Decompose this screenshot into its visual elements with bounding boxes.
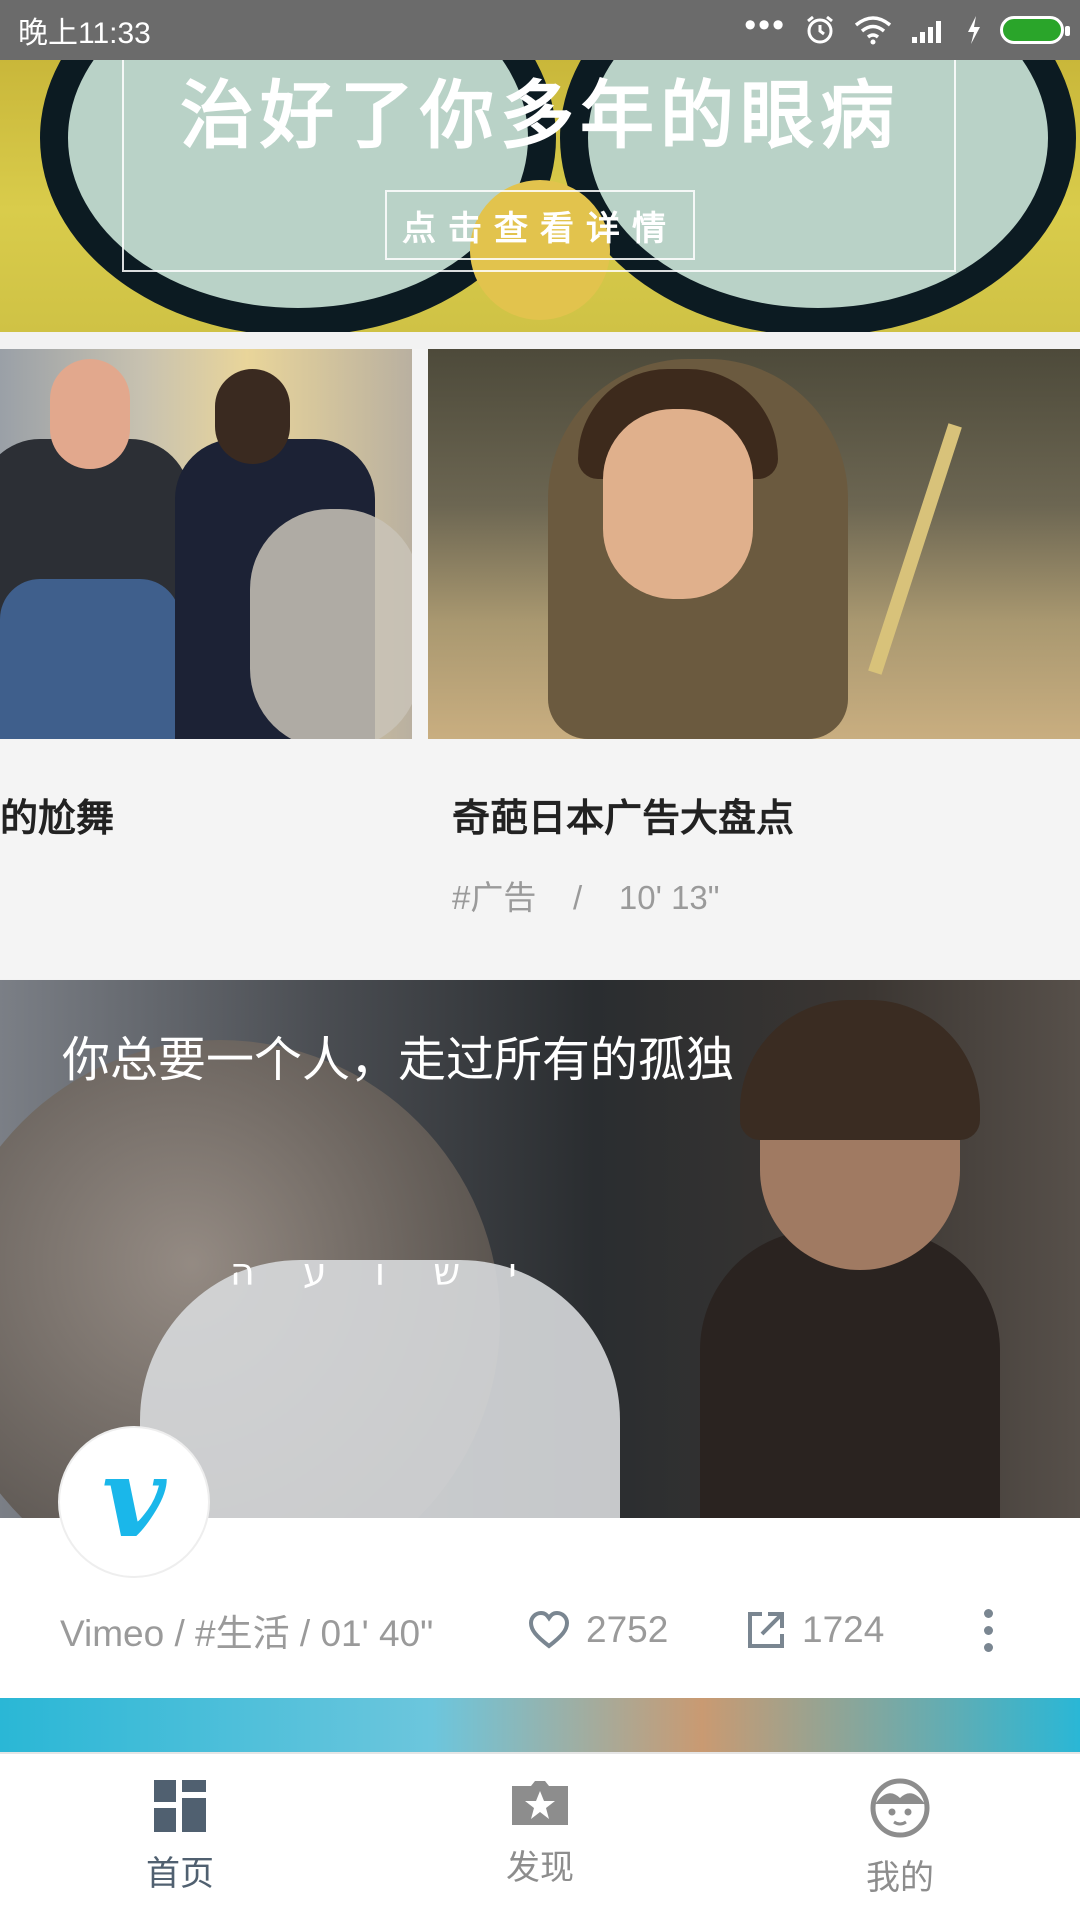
nav-label-discover: 发现 [506,1849,574,1887]
nav-item-home[interactable]: 首页 [0,1754,360,1922]
video-meta-bar: Vimeo / #生活 / 01' 40" 2752 1724 [0,1580,1080,1680]
nav-label-home: 首页 [146,1855,214,1893]
thumbnail-figure [0,579,180,739]
heart-icon [528,1611,570,1649]
status-time: 晚上11:33 [18,17,151,50]
feed-video-card[interactable]: 你总要一个人，走过所有的孤独 י ש ו ע ה v Vimeo / #生活 /… [0,980,1080,1700]
video-tag[interactable]: #广告 [452,879,536,916]
video-card-title[interactable]: 的尬舞 [0,787,114,842]
video-card-meta: #广告 / 10' 13" [452,871,720,919]
video-card-title[interactable]: 奇葩日本广告大盘点 [452,787,794,842]
video-source-and-duration: Vimeo / #生活 / 01' 40" [60,1613,434,1654]
video-thumbnail[interactable] [0,349,412,739]
promo-banner[interactable]: 治好了你多年的眼病 点击查看详情 [0,60,1080,332]
next-card-thumbnail[interactable] [0,1698,1080,1753]
thumbnail-figure [140,1260,620,1518]
thumbnail-figure [50,359,130,469]
share-button[interactable]: 1724 [746,1609,884,1651]
vimeo-logo-icon: v [102,1432,166,1562]
video-card-right[interactable]: 奇葩日本广告大盘点 #广告 / 10' 13" [428,349,1080,916]
horizontal-card-row[interactable]: 的尬舞 奇葩日本广告大盘点 #广告 / 10' 13" [0,349,1080,979]
more-dots-icon: ••• [744,6,786,44]
nav-label-profile: 我的 [866,1859,934,1897]
home-grid-icon [154,1780,206,1832]
video-card-left[interactable]: 的尬舞 [0,349,412,840]
status-bar: 晚上11:33 ••• [0,0,1080,60]
nav-item-profile[interactable]: 我的 [720,1754,1080,1922]
more-options-icon[interactable] [976,1608,1000,1652]
battery-icon [1000,16,1070,44]
banner-detail-button[interactable]: 点击查看详情 [385,190,695,260]
thumbnail-figure [215,369,290,464]
video-duration: 10' 13" [618,879,720,916]
share-count: 1724 [802,1609,885,1650]
alarm-icon [807,15,833,44]
thumbnail-figure [250,509,412,739]
bottom-nav: 首页 发现 我的 [0,1752,1080,1922]
thumbnail-figure [868,423,962,675]
like-button[interactable]: 2752 [528,1609,668,1651]
video-overlay-text: י ש ו ע ה [230,1250,535,1294]
author-avatar[interactable]: v [60,1428,208,1576]
banner-title: 治好了你多年的眼病 [180,74,900,157]
star-folder-icon [512,1781,568,1825]
status-icons: ••• [744,8,1070,46]
video-caption: 你总要一个人，走过所有的孤独 [62,1034,735,1087]
face-icon [870,1778,930,1838]
thumbnail-figure [603,409,753,599]
nav-item-discover[interactable]: 发现 [360,1754,720,1922]
meta-separator: / [573,879,583,916]
thumbnail-figure [740,1000,980,1140]
signal-icon [912,21,941,43]
charging-icon [968,16,980,44]
wifi-icon [854,16,892,45]
share-external-icon [748,1612,784,1648]
thumbnail-figure [700,1230,1000,1518]
video-thumbnail[interactable] [428,349,1080,739]
like-count: 2752 [586,1609,669,1650]
